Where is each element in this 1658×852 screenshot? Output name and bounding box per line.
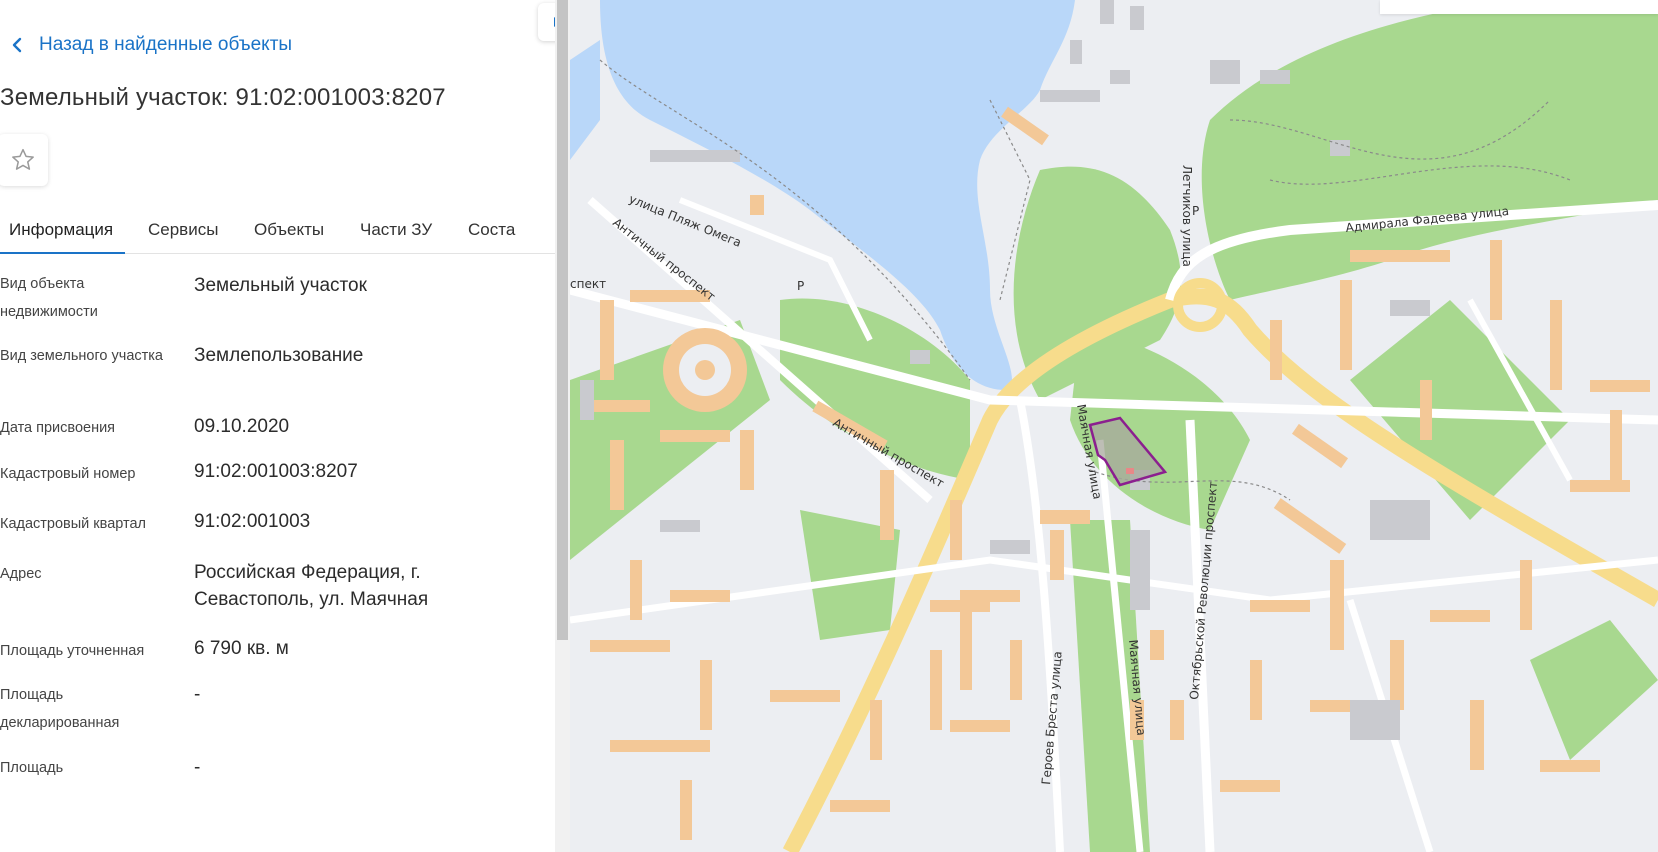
property-label: Адрес (0, 566, 42, 582)
property-label: Площадь уточненная (0, 643, 145, 659)
property-value: 6 790 кв. м (194, 638, 289, 659)
property-value: Землепользование (194, 345, 364, 366)
property-label: Вид земельного участка (0, 348, 163, 364)
property-label: Площадь (0, 760, 64, 776)
property-value: - (194, 684, 201, 705)
active-tab-indicator (0, 252, 125, 254)
property-label: Площадь декларированная (0, 687, 120, 731)
chevron-left-icon (12, 37, 22, 53)
property-value: Земельный участок (194, 275, 367, 296)
property-value: - (194, 757, 201, 778)
property-value: Российская Федерация, г. Севастополь, ул… (194, 562, 429, 610)
property-label: Кадастровый номер (0, 466, 136, 482)
tab-land-parts[interactable]: Части ЗУ (360, 220, 432, 240)
property-value: 09.10.2020 (194, 416, 290, 437)
scrollbar-thumb[interactable] (557, 0, 568, 640)
tab-composition[interactable]: Соста (468, 220, 515, 240)
street-label: спект (570, 277, 606, 291)
property-label: Кадастровый квартал (0, 516, 147, 532)
parking-label: P (797, 279, 804, 293)
map-view[interactable]: P P улица Пляж Омега Античный проспект А… (570, 0, 1658, 852)
tab-objects[interactable]: Объекты (254, 220, 324, 240)
object-info-panel: Назад в найденные объекты Земельный учас… (0, 0, 555, 852)
back-to-results-link[interactable]: Назад в найденные объекты (9, 34, 292, 56)
property-value: 91:02:001003:8207 (194, 461, 358, 482)
panel-scrollbar[interactable] (555, 0, 570, 852)
page-title: Земельный участок: 91:02:001003:8207 (0, 84, 446, 111)
favorite-button[interactable] (0, 134, 48, 186)
tab-services[interactable]: Сервисы (148, 220, 218, 240)
tab-information[interactable]: Информация (9, 220, 113, 240)
property-label: Дата присвоения (0, 420, 116, 436)
street-label: Летчиков улица (1180, 165, 1194, 267)
back-link-label: Назад в найденные объекты (39, 34, 293, 55)
tabs-scroll-right-button[interactable] (538, 3, 555, 41)
map-overlay-control[interactable] (1380, 0, 1658, 14)
star-icon (12, 148, 34, 170)
object-tabs: Информация Сервисы Объекты Части ЗУ Сост… (0, 210, 555, 254)
property-label: Вид объекта недвижимости (0, 276, 98, 320)
property-value: 91:02:001003 (194, 511, 311, 532)
